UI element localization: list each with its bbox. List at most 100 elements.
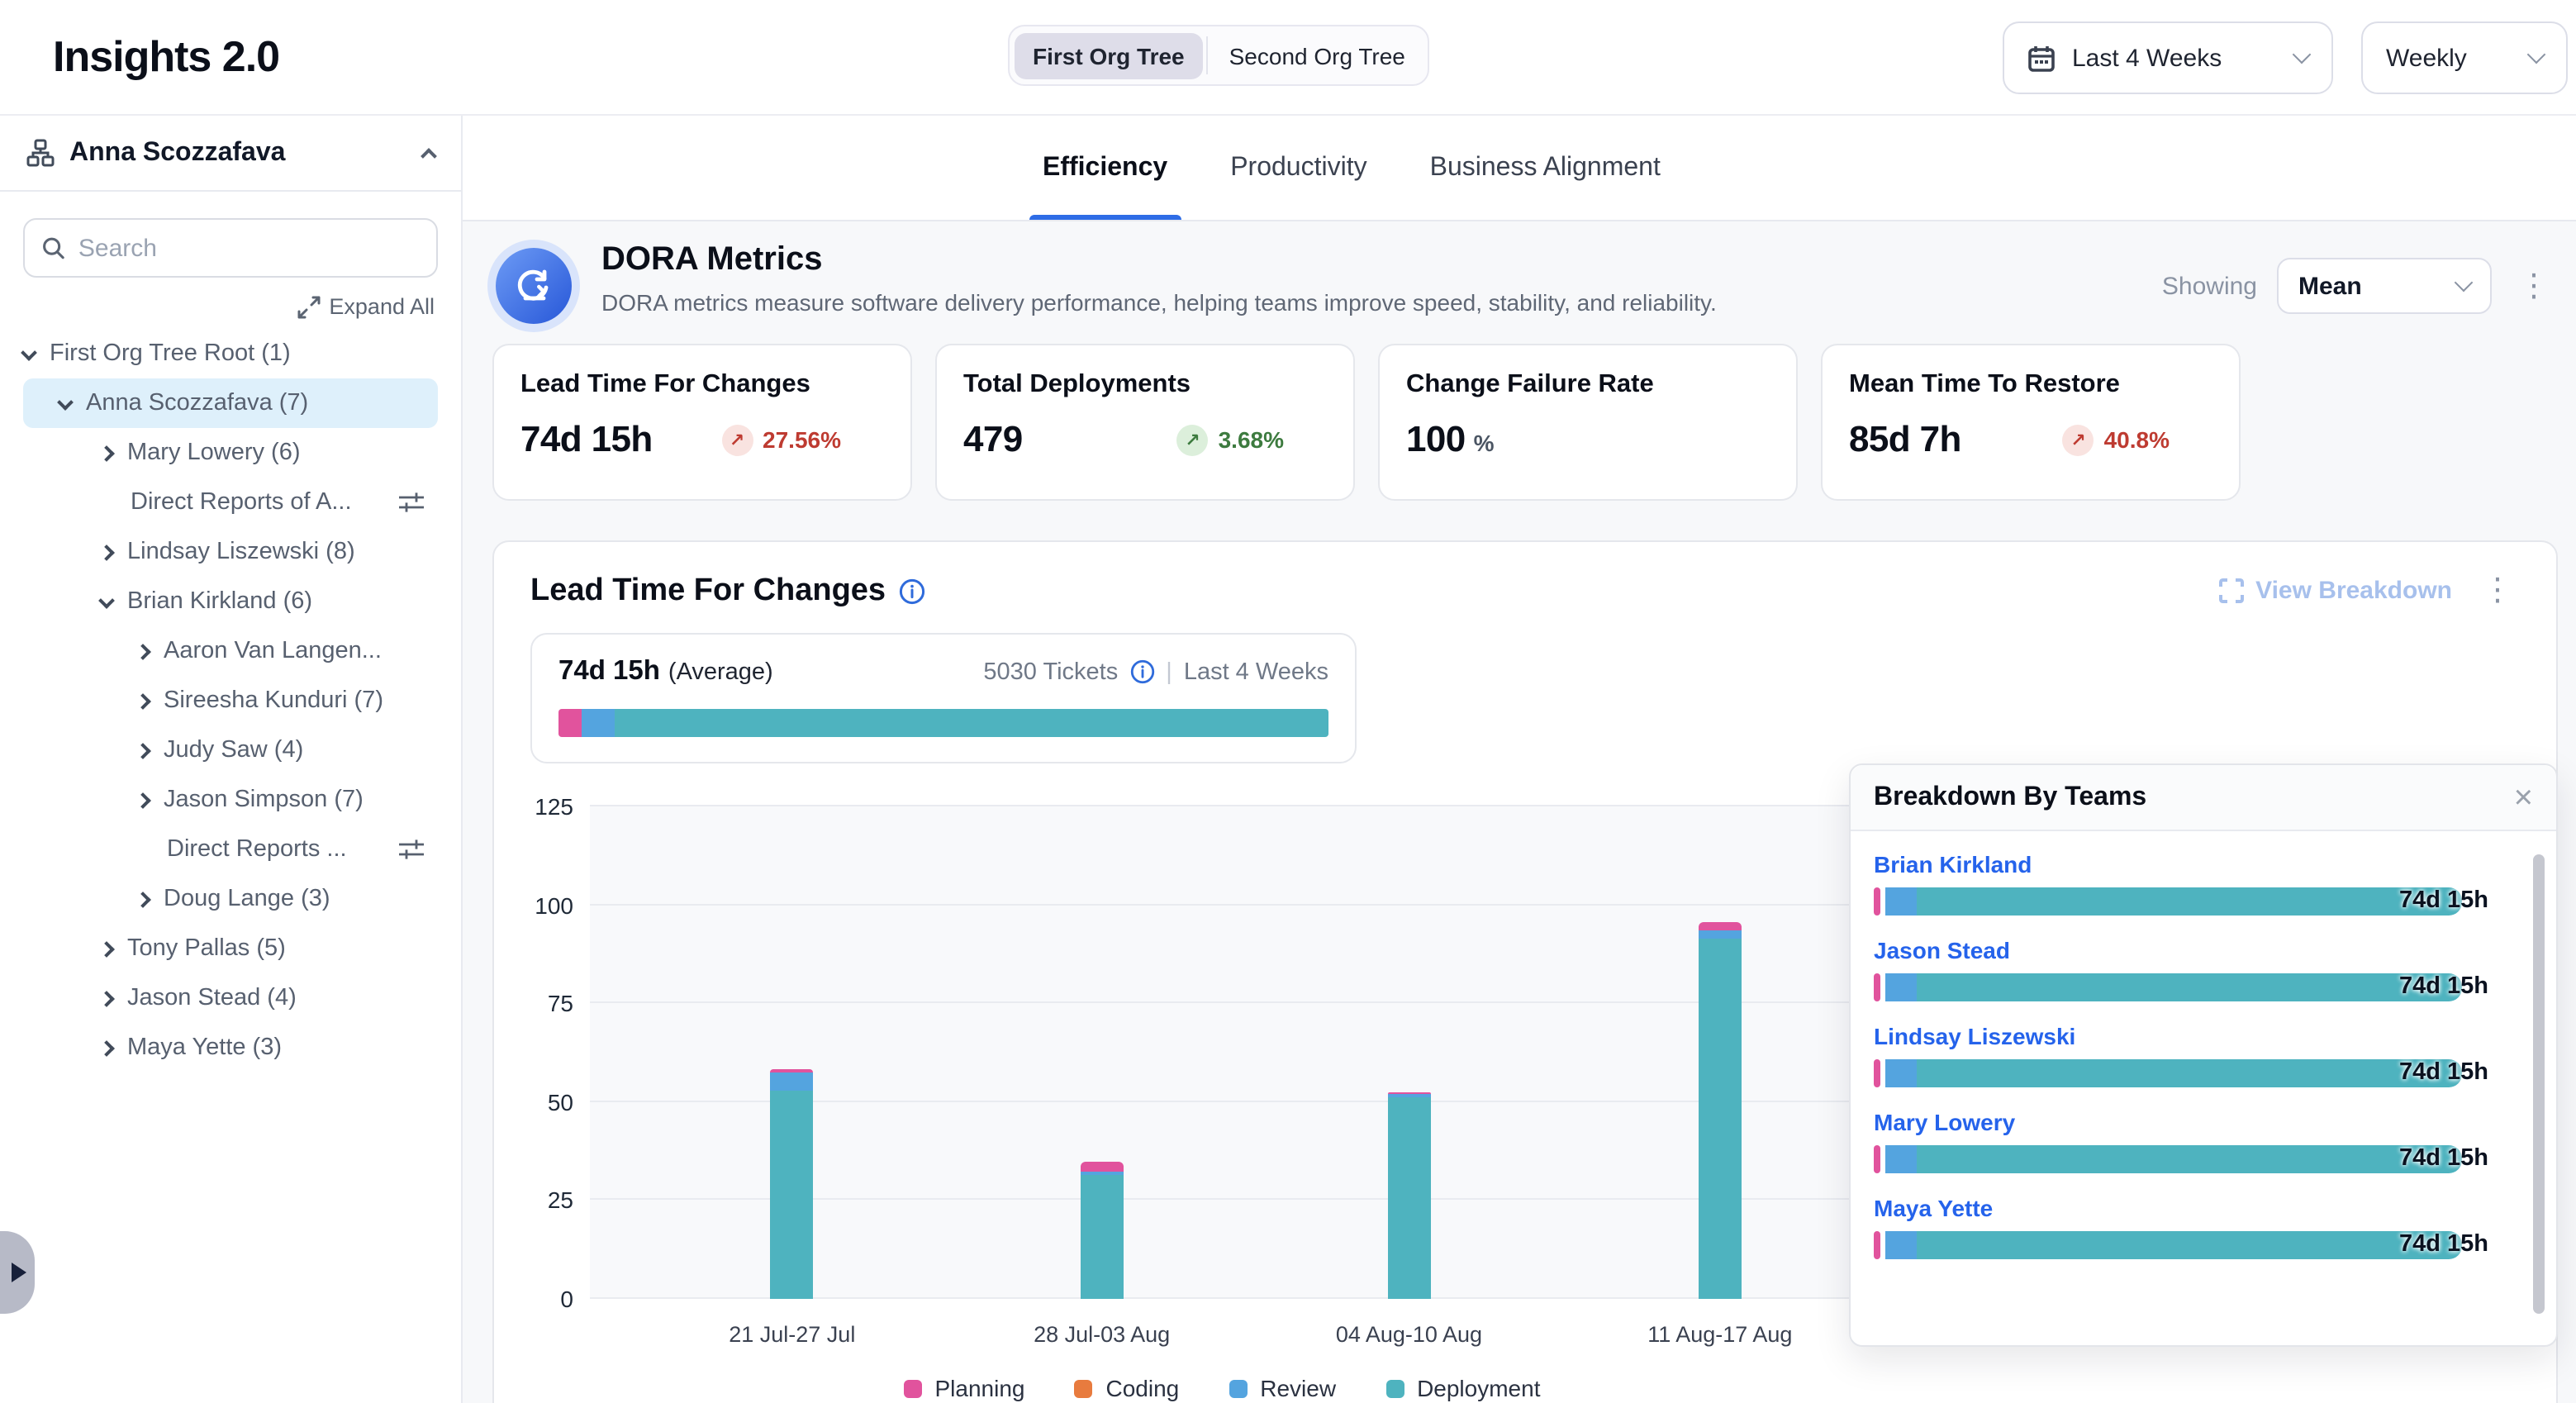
- close-icon[interactable]: ×: [2514, 781, 2533, 814]
- chevron-right-icon[interactable]: [98, 544, 115, 560]
- chevron-down-icon[interactable]: [98, 592, 115, 608]
- date-range-select[interactable]: Last 4 Weeks: [2003, 21, 2333, 94]
- tab-productivity[interactable]: Productivity: [1230, 116, 1366, 220]
- chevron-right-icon[interactable]: [98, 445, 115, 461]
- tree-item-lindsay-liszewski[interactable]: Lindsay Liszewski (8): [23, 527, 438, 577]
- tree-item-jason-stead[interactable]: Jason Stead (4): [23, 973, 438, 1023]
- filter-sliders-icon[interactable]: [398, 491, 425, 514]
- bar-segment-review: [1699, 930, 1742, 938]
- metric-delta-badge: ↗27.56%: [721, 424, 841, 455]
- sidebar-header[interactable]: Anna Scozzafava: [0, 116, 461, 192]
- team-value-label: 74d 15h: [2399, 1059, 2488, 1087]
- expand-all-button[interactable]: Expand All: [0, 294, 435, 319]
- trend-up-arrow-icon: ↗: [2063, 424, 2094, 455]
- team-name-link[interactable]: Brian Kirkland: [1874, 851, 2510, 877]
- tree-item-doug-lange[interactable]: Doug Lange (3): [23, 874, 438, 924]
- tree-item-sireesha-kunduri[interactable]: Sireesha Kunduri (7): [23, 676, 438, 725]
- dora-kebab-menu[interactable]: ⋮: [2512, 267, 2556, 305]
- team-name-link[interactable]: Lindsay Liszewski: [1874, 1023, 2510, 1049]
- bar-segment-deployment: [771, 1090, 814, 1299]
- chevron-up-icon[interactable]: [421, 148, 437, 164]
- bar-segment-review: [771, 1072, 814, 1090]
- tree-item-maya-yette[interactable]: Maya Yette (3): [23, 1023, 438, 1072]
- chevron-down-icon[interactable]: [21, 344, 37, 360]
- chevron-right-icon[interactable]: [135, 742, 151, 759]
- search-input[interactable]: [78, 234, 420, 262]
- tab-efficiency[interactable]: Efficiency: [1043, 116, 1167, 220]
- filter-sliders-icon[interactable]: [398, 838, 425, 861]
- team-name-link[interactable]: Maya Yette: [1874, 1195, 2510, 1221]
- team-row-maya-yette: Maya Yette 74d 15h: [1874, 1195, 2510, 1259]
- chevron-right-icon[interactable]: [135, 643, 151, 659]
- y-axis-tick-label: 0: [524, 1286, 573, 1312]
- info-icon[interactable]: [899, 578, 925, 604]
- tab-business-alignment[interactable]: Business Alignment: [1430, 116, 1661, 220]
- view-breakdown-button[interactable]: View Breakdown: [2219, 577, 2452, 605]
- dora-title: DORA Metrics: [601, 241, 1717, 279]
- tree-item-aaron-van-langen[interactable]: Aaron Van Langen...: [23, 626, 438, 676]
- org-tree-toggle-second[interactable]: Second Org Tree: [1211, 32, 1423, 78]
- org-tree-toggle: First Org Tree Second Org Tree: [1008, 25, 1430, 86]
- showing-select[interactable]: Mean: [2277, 258, 2492, 314]
- y-axis-tick-label: 50: [524, 1089, 573, 1115]
- team-name-link[interactable]: Jason Stead: [1874, 937, 2510, 963]
- tree-item-tony-pallas[interactable]: Tony Pallas (5): [23, 924, 438, 973]
- metric-cards-row: Lead Time For Changes74d 15h↗27.56%Total…: [463, 344, 2576, 501]
- info-icon[interactable]: [1129, 659, 1154, 684]
- tree-item-jason-simpson[interactable]: Jason Simpson (7): [23, 775, 438, 825]
- dora-cycle-icon: [496, 248, 572, 324]
- trend-up-arrow-icon: ↗: [1177, 424, 1209, 455]
- tree-item-direct-reports[interactable]: Direct Reports ...: [23, 825, 438, 874]
- tree-item-first-org-tree-root[interactable]: First Org Tree Root (1): [23, 329, 438, 378]
- metric-card-title: Change Failure Rate: [1406, 370, 1770, 400]
- lead-time-kebab-menu[interactable]: ⋮: [2475, 572, 2520, 610]
- legend-label: Planning: [935, 1375, 1025, 1401]
- team-phase-bar: 74d 15h: [1874, 1145, 2462, 1173]
- tree-item-label: Brian Kirkland (6): [127, 588, 312, 615]
- sidebar-search: [23, 218, 438, 278]
- tree-item-judy-saw[interactable]: Judy Saw (4): [23, 725, 438, 775]
- team-bar-review: [1885, 1059, 1917, 1087]
- chevron-right-icon[interactable]: [98, 990, 115, 1006]
- tab-label: Business Alignment: [1430, 153, 1661, 183]
- tree-item-mary-lowery[interactable]: Mary Lowery (6): [23, 428, 438, 478]
- scrollbar-thumb[interactable]: [2533, 854, 2545, 1314]
- summary-bar-segment-review: [582, 709, 615, 737]
- bar-segment-planning: [1081, 1163, 1124, 1171]
- summary-bar-segment-planning: [558, 709, 582, 737]
- team-name-link[interactable]: Mary Lowery: [1874, 1109, 2510, 1135]
- metric-card-value: 479: [963, 418, 1023, 461]
- trend-up-arrow-icon: ↗: [721, 424, 753, 455]
- chevron-right-icon[interactable]: [135, 692, 151, 709]
- tree-item-label: Judy Saw (4): [164, 737, 303, 763]
- team-value-label: 74d 15h: [2399, 887, 2488, 916]
- expand-all-icon: [297, 295, 321, 318]
- team-phase-bar: 74d 15h: [1874, 973, 2462, 1001]
- org-chart-icon: [26, 139, 55, 167]
- team-bar-deployment: [1917, 1145, 2462, 1173]
- chevron-right-icon[interactable]: [98, 940, 115, 957]
- chevron-right-icon[interactable]: [135, 792, 151, 808]
- metric-card-mean-time-to-restore: Mean Time To Restore85d 7h↗40.8%: [1821, 344, 2241, 501]
- org-tree-toggle-first[interactable]: First Org Tree: [1015, 32, 1203, 78]
- lead-time-actions: View Breakdown ⋮: [2219, 572, 2520, 610]
- team-value-label: 74d 15h: [2399, 973, 2488, 1001]
- team-value-label: 74d 15h: [2399, 1231, 2488, 1259]
- tree-item-direct-reports-of-a[interactable]: Direct Reports of A...: [23, 478, 438, 527]
- tree-item-brian-kirkland[interactable]: Brian Kirkland (6): [23, 577, 438, 626]
- chart-legend: PlanningCodingReviewDeployment: [590, 1375, 1854, 1401]
- tree-item-label: Lindsay Liszewski (8): [127, 539, 355, 565]
- x-axis-tick-label: 28 Jul-03 Aug: [1034, 1322, 1170, 1347]
- granularity-select[interactable]: Weekly: [2361, 21, 2568, 94]
- chart-bar-11-aug-17-aug: [1699, 922, 1742, 1299]
- chevron-right-icon[interactable]: [135, 891, 151, 907]
- dora-titles: DORA Metrics DORA metrics measure softwa…: [588, 238, 1717, 316]
- breakdown-by-teams-panel: Breakdown By Teams × Brian Kirkland74d 1…: [1849, 763, 2558, 1347]
- org-tree: First Org Tree Root (1)Anna Scozzafava (…: [0, 329, 461, 1072]
- chevron-down-icon[interactable]: [57, 393, 74, 410]
- y-axis-tick-label: 125: [524, 793, 573, 820]
- chevron-right-icon[interactable]: [98, 1039, 115, 1056]
- metric-delta-value: 40.8%: [2104, 426, 2170, 453]
- team-row-mary-lowery: Mary Lowery 74d 15h: [1874, 1109, 2510, 1173]
- tree-item-anna-scozzafava[interactable]: Anna Scozzafava (7): [23, 378, 438, 428]
